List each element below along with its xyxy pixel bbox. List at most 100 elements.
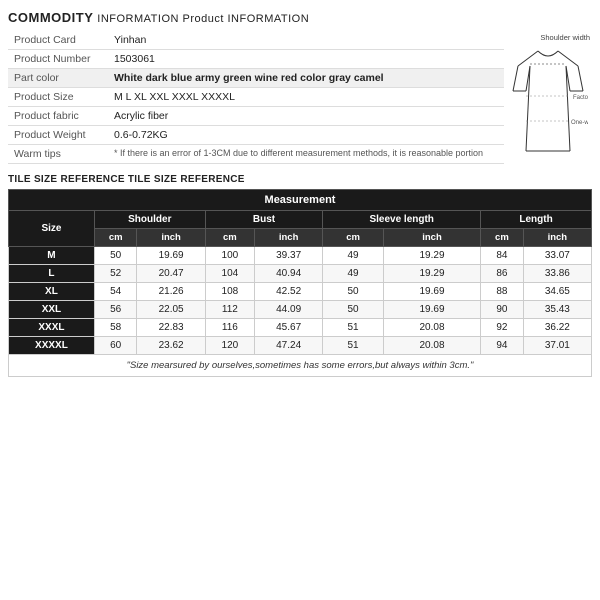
product-info-row: Part colorWhite dark blue army green win… xyxy=(8,69,504,88)
table-cell: 104 xyxy=(205,265,254,283)
svg-text:Factory bust: Factory bust xyxy=(573,95,588,101)
table-cell: XXL xyxy=(9,301,95,319)
product-info-wrapper: Product CardYinhanProduct Number1503061P… xyxy=(8,31,504,168)
tile-ref-header: TILE SIZE REFERENCE TILE SIZE REFERENCE xyxy=(8,174,592,185)
table-cell: 33.86 xyxy=(523,265,591,283)
product-label: Product Size xyxy=(8,88,108,107)
garment-diagram: Factory bust One-waist upbust xyxy=(508,46,588,156)
product-value: * If there is an error of 1-3CM due to d… xyxy=(108,145,504,164)
diagram-wrapper: Shoulder width xyxy=(504,31,592,168)
table-cell: 50 xyxy=(323,301,384,319)
table-cell: 35.43 xyxy=(523,301,591,319)
table-cell: 22.05 xyxy=(137,301,205,319)
product-info-row: Product CardYinhan xyxy=(8,31,504,50)
table-cell: 112 xyxy=(205,301,254,319)
product-value: Acrylic fiber xyxy=(108,107,504,126)
product-info-row: Product Number1503061 xyxy=(8,50,504,69)
bust-header: Bust xyxy=(205,211,323,229)
table-cell: 39.37 xyxy=(255,247,323,265)
table-cell: 20.47 xyxy=(137,265,205,283)
product-info-row: Product fabricAcrylic fiber xyxy=(8,107,504,126)
product-value: Yinhan xyxy=(108,31,504,50)
sleeve-inch: inch xyxy=(383,229,480,247)
table-cell: 54 xyxy=(94,283,137,301)
table-cell: 84 xyxy=(481,247,524,265)
product-value: White dark blue army green wine red colo… xyxy=(108,69,504,88)
product-label: Warm tips xyxy=(8,145,108,164)
table-cell: 60 xyxy=(94,337,137,355)
table-cell: 92 xyxy=(481,319,524,337)
table-cell: M xyxy=(9,247,95,265)
table-cell: 56 xyxy=(94,301,137,319)
table-cell: 88 xyxy=(481,283,524,301)
table-cell: 23.62 xyxy=(137,337,205,355)
table-row: XXL5622.0511244.095019.699035.43 xyxy=(9,301,592,319)
table-cell: XXXL xyxy=(9,319,95,337)
table-row: XXXXL6023.6212047.245120.089437.01 xyxy=(9,337,592,355)
table-cell: 50 xyxy=(323,283,384,301)
table-cell: 116 xyxy=(205,319,254,337)
table-cell: 34.65 xyxy=(523,283,591,301)
table-cell: 36.22 xyxy=(523,319,591,337)
product-value: 1503061 xyxy=(108,50,504,69)
commodity-header: COMMODITY INFORMATION Product INFORMATIO… xyxy=(8,10,592,25)
table-cell: 19.29 xyxy=(383,265,480,283)
table-cell: 49 xyxy=(323,265,384,283)
product-label: Part color xyxy=(8,69,108,88)
commodity-title: COMMODITY xyxy=(8,10,93,25)
table-cell: 40.94 xyxy=(255,265,323,283)
table-row: XXXL5822.8311645.675120.089236.22 xyxy=(9,319,592,337)
product-info-table: Product CardYinhanProduct Number1503061P… xyxy=(8,31,504,164)
table-cell: XL xyxy=(9,283,95,301)
table-cell: 100 xyxy=(205,247,254,265)
table-cell: 90 xyxy=(481,301,524,319)
table-cell: 51 xyxy=(323,337,384,355)
product-label: Product Card xyxy=(8,31,108,50)
sleeve-cm: cm xyxy=(323,229,384,247)
table-cell: 19.69 xyxy=(383,301,480,319)
table-cell: 44.09 xyxy=(255,301,323,319)
table-cell: 19.29 xyxy=(383,247,480,265)
product-info-row: Product SizeM L XL XXL XXXL XXXXL xyxy=(8,88,504,107)
length-header: Length xyxy=(481,211,592,229)
table-cell: 49 xyxy=(323,247,384,265)
shoulder-header: Shoulder xyxy=(94,211,205,229)
table-cell: 51 xyxy=(323,319,384,337)
table-cell: 58 xyxy=(94,319,137,337)
bust-cm: cm xyxy=(205,229,254,247)
table-cell: 86 xyxy=(481,265,524,283)
table-cell: 33.07 xyxy=(523,247,591,265)
top-section: Product CardYinhanProduct Number1503061P… xyxy=(8,31,592,168)
length-cm: cm xyxy=(481,229,524,247)
bust-inch: inch xyxy=(255,229,323,247)
product-label: Product Weight xyxy=(8,126,108,145)
footnote: "Size mearsured by ourselves,sometimes h… xyxy=(8,355,592,377)
sub-header-row: cm inch cm inch cm inch cm inch xyxy=(9,229,592,247)
product-label: Product fabric xyxy=(8,107,108,126)
sleeve-header: Sleeve length xyxy=(323,211,481,229)
product-label: Product Number xyxy=(8,50,108,69)
table-title: Measurement xyxy=(9,190,592,211)
table-cell: L xyxy=(9,265,95,283)
col-group-header: Size Shoulder Bust Sleeve length Length xyxy=(9,211,592,229)
table-row: M5019.6910039.374919.298433.07 xyxy=(9,247,592,265)
table-cell: 19.69 xyxy=(137,247,205,265)
table-cell: 21.26 xyxy=(137,283,205,301)
measurement-table: Measurement Size Shoulder Bust Sleeve le… xyxy=(8,189,592,355)
table-cell: XXXXL xyxy=(9,337,95,355)
shoulder-inch: inch xyxy=(137,229,205,247)
table-row: L5220.4710440.944919.298633.86 xyxy=(9,265,592,283)
table-cell: 120 xyxy=(205,337,254,355)
product-value: M L XL XXL XXXL XXXXL xyxy=(108,88,504,107)
table-cell: 94 xyxy=(481,337,524,355)
product-info-row: Product Weight0.6-0.72KG xyxy=(8,126,504,145)
table-cell: 50 xyxy=(94,247,137,265)
table-cell: 37.01 xyxy=(523,337,591,355)
table-cell: 22.83 xyxy=(137,319,205,337)
table-cell: 52 xyxy=(94,265,137,283)
size-header: Size xyxy=(9,211,95,247)
length-inch: inch xyxy=(523,229,591,247)
table-cell: 45.67 xyxy=(255,319,323,337)
table-cell: 42.52 xyxy=(255,283,323,301)
svg-text:One-waist: One-waist xyxy=(571,120,588,126)
